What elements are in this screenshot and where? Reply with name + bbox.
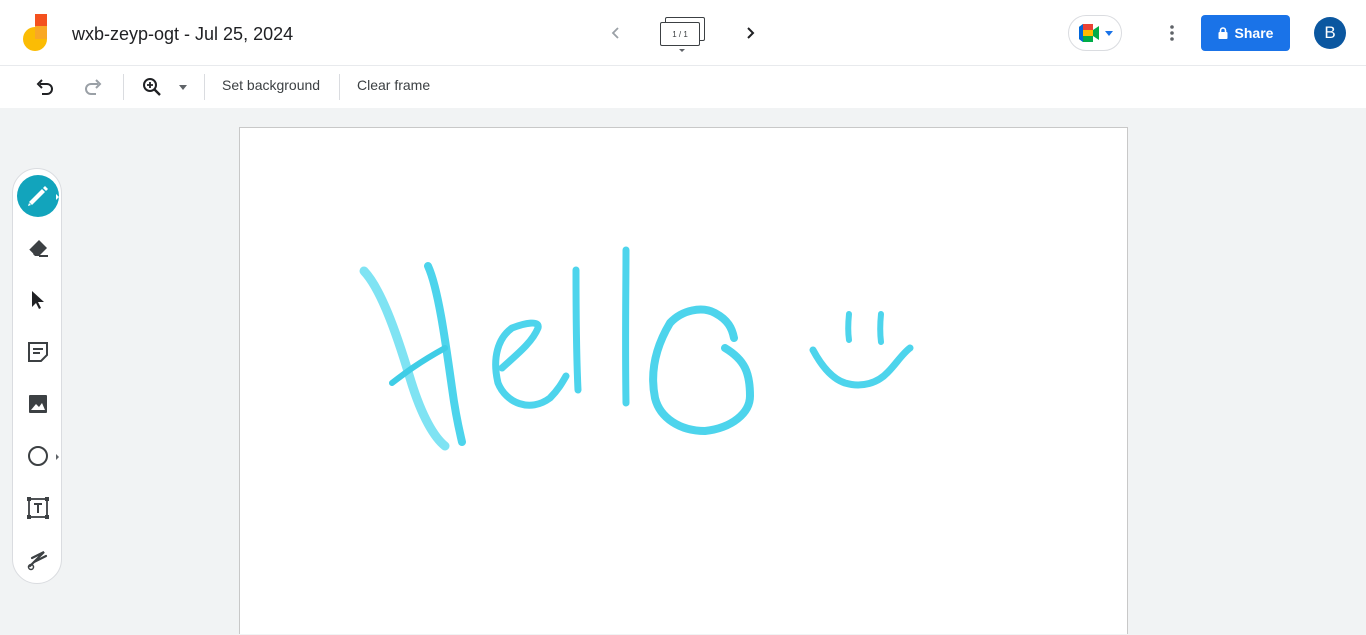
laser-icon [26,548,50,572]
chevron-right-icon [743,26,757,40]
cursor-icon [29,290,47,310]
shape-tool[interactable] [17,435,59,477]
select-tool[interactable] [17,279,59,321]
eraser-icon [27,238,49,258]
ink-stroke [653,310,750,431]
clear-frame-button[interactable]: Clear frame [357,77,430,93]
ink-stroke [880,314,881,342]
image-icon [27,393,49,415]
share-label: Share [1235,25,1274,41]
undo-button[interactable] [32,74,58,100]
eraser-tool[interactable] [17,227,59,269]
more-options-button[interactable] [1159,20,1185,46]
ink-stroke [848,314,849,340]
lock-icon [1218,27,1228,39]
pen-tool[interactable] [17,175,59,217]
frame-counter: 1 / 1 [660,22,700,46]
more-vert-icon [1170,25,1174,41]
app-header: wxb-zeyp-ogt - Jul 25, 2024 1 / 1 [0,0,1366,66]
ink-stroke [496,323,566,405]
caret-down-icon [1105,31,1113,36]
text-box-tool[interactable] [17,487,59,529]
tool-palette [12,168,62,584]
meet-icon [1077,23,1103,43]
edit-toolbar: Set background Clear frame [0,66,1366,108]
meet-button[interactable] [1068,15,1122,51]
ink-stroke [576,270,578,390]
caret-down-icon [179,85,187,90]
document-title[interactable]: wxb-zeyp-ogt - Jul 25, 2024 [72,24,293,45]
ink-stroke [813,348,910,385]
image-tool[interactable] [17,383,59,425]
pen-icon [26,184,50,208]
sticky-note-icon [27,341,49,363]
laser-tool[interactable] [17,539,59,581]
redo-button[interactable] [80,74,106,100]
chevron-left-icon [609,26,623,40]
frame-bar-toggle[interactable]: 1 / 1 [656,16,710,56]
previous-frame-button[interactable] [603,20,629,46]
jamboard-logo-icon [22,14,50,52]
undo-icon [36,79,54,95]
account-avatar[interactable]: B [1314,17,1346,49]
redo-icon [84,79,102,95]
set-background-button[interactable]: Set background [222,77,320,93]
hello-drawing [240,128,1127,635]
circle-icon [26,444,50,468]
text-box-icon [26,496,50,520]
next-frame-button[interactable] [737,20,763,46]
zoom-in-icon [142,77,162,97]
jam-canvas[interactable] [239,127,1128,634]
share-button[interactable]: Share [1201,15,1290,51]
zoom-button[interactable] [139,74,165,100]
zoom-menu-button[interactable] [171,74,195,100]
caret-down-icon [679,49,685,52]
sticky-note-tool[interactable] [17,331,59,373]
